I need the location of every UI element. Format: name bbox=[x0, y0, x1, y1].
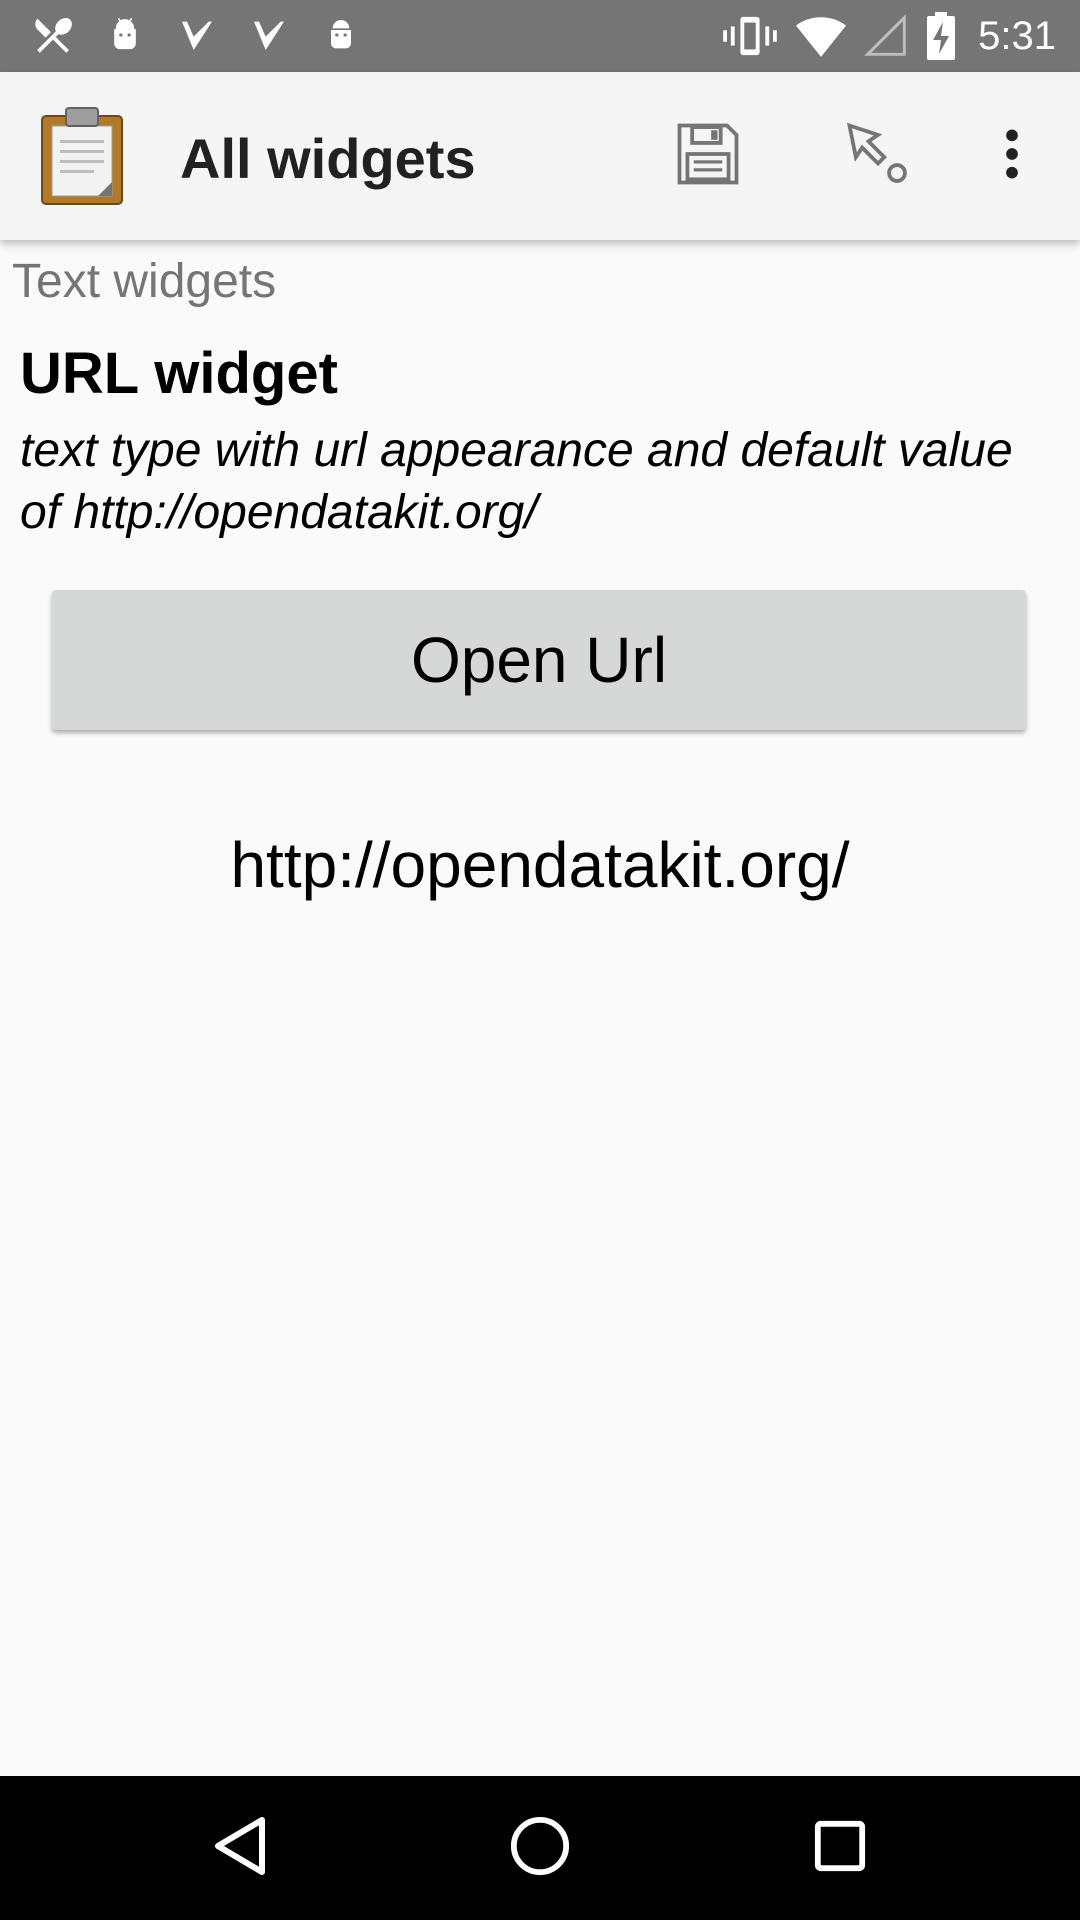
vibrate-icon bbox=[722, 13, 778, 59]
question-hint: text type with url appearance and defaul… bbox=[20, 424, 1013, 539]
overflow-menu-icon bbox=[1002, 126, 1022, 187]
home-button[interactable] bbox=[490, 1798, 590, 1898]
recents-button[interactable] bbox=[790, 1798, 890, 1898]
check-icon bbox=[174, 12, 220, 58]
notification-icons bbox=[30, 12, 390, 58]
toolbar-title: All widgets bbox=[180, 127, 476, 190]
android-icon bbox=[102, 12, 148, 58]
open-url-button[interactable]: Open Url bbox=[52, 590, 1026, 730]
overflow-menu-button[interactable] bbox=[980, 108, 1044, 204]
save-button[interactable] bbox=[660, 108, 756, 204]
check-icon bbox=[246, 12, 292, 58]
save-icon bbox=[670, 116, 746, 197]
status-bar: 5:31 bbox=[0, 0, 1080, 72]
restaurant-icon bbox=[30, 12, 76, 58]
recents-icon bbox=[813, 1819, 867, 1878]
app-toolbar: All widgets bbox=[0, 72, 1080, 240]
home-icon bbox=[509, 1815, 571, 1882]
clipboard-app-icon bbox=[38, 106, 126, 206]
back-icon bbox=[210, 1814, 270, 1883]
clock: 5:31 bbox=[978, 13, 1056, 58]
signal-icon bbox=[864, 14, 908, 58]
navigation-bar bbox=[0, 1776, 1080, 1920]
android-icon bbox=[318, 12, 364, 58]
jump-button[interactable] bbox=[830, 108, 926, 204]
wifi-icon bbox=[796, 13, 847, 59]
jump-icon bbox=[840, 116, 916, 197]
question-title: URL widget bbox=[20, 341, 338, 406]
url-value: http://opendatakit.org/ bbox=[230, 829, 850, 901]
system-icons: 5:31 bbox=[704, 0, 1056, 72]
back-button[interactable] bbox=[190, 1798, 290, 1898]
battery-charging-icon bbox=[926, 12, 956, 60]
group-label: Text widgets bbox=[12, 255, 277, 308]
